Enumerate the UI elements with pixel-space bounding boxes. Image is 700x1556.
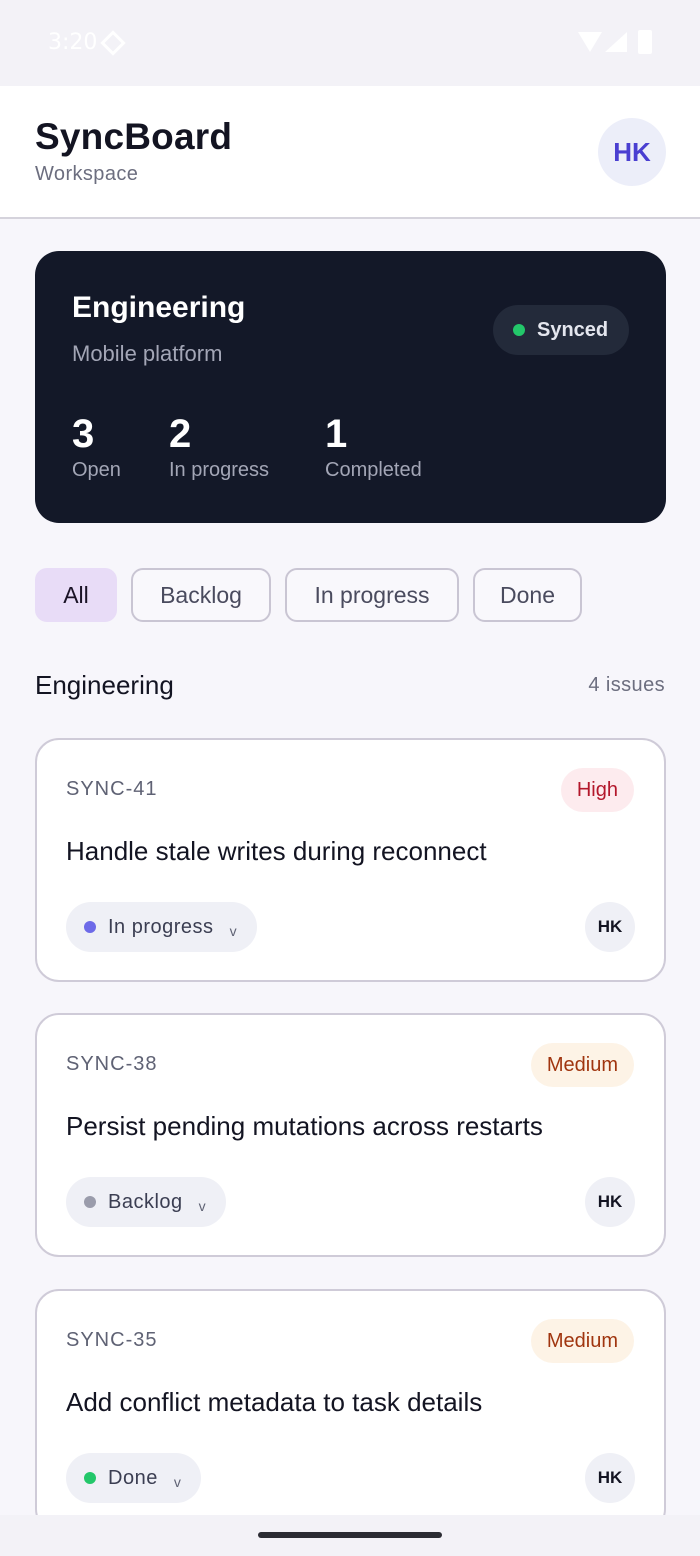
- issue-card[interactable]: SYNC-41 High Handle stale writes during …: [35, 738, 666, 982]
- stat-completed: 1 Completed: [325, 411, 422, 482]
- status-dot-icon: [84, 1196, 96, 1208]
- stat-value: 1: [325, 412, 348, 456]
- filter-chip-backlog[interactable]: Backlog: [131, 568, 271, 622]
- project-title: Engineering: [72, 291, 246, 324]
- app-header: SyncBoard Workspace HK: [0, 86, 700, 219]
- chevron-down-icon: v: [229, 923, 237, 939]
- status-label: Done: [108, 1466, 158, 1489]
- stat-value: 3: [72, 412, 95, 456]
- stat-label: In progress: [169, 459, 270, 481]
- status-dropdown[interactable]: Done v: [66, 1453, 201, 1503]
- stat-in-progress: 2 In progress: [169, 411, 269, 482]
- issue-title: Handle stale writes during reconnect: [66, 836, 487, 866]
- issue-title: Add conflict metadata to task details: [66, 1387, 483, 1417]
- issue-id: SYNC-41: [66, 778, 158, 800]
- issue-id: SYNC-38: [66, 1053, 158, 1075]
- filter-chip-in-progress[interactable]: In progress: [285, 568, 459, 622]
- issue-card[interactable]: SYNC-35 Medium Add conflict metadata to …: [35, 1289, 666, 1515]
- navigation-bar: [0, 1515, 700, 1556]
- priority-badge: Medium: [530, 1319, 634, 1363]
- issue-count: 4 issues: [588, 674, 665, 696]
- assignee-avatar[interactable]: HK: [585, 1177, 635, 1227]
- user-avatar[interactable]: HK: [598, 118, 666, 186]
- stat-value: 2: [169, 412, 192, 456]
- project-summary-card: Engineering Mobile platform Synced 3 Ope…: [35, 251, 666, 523]
- priority-badge: High: [560, 768, 634, 812]
- stat-label: Open: [72, 459, 121, 481]
- stat-label: Completed: [325, 459, 422, 481]
- app-subtitle: Workspace: [35, 163, 139, 185]
- status-dot-icon: [84, 1472, 96, 1484]
- content-area: SyncBoard Workspace HK Engineering Mobil…: [0, 0, 700, 1515]
- sync-status-badge: Synced: [493, 305, 629, 355]
- section-title: Engineering: [35, 670, 174, 700]
- status-dropdown[interactable]: Backlog v: [66, 1177, 226, 1227]
- chevron-down-icon: v: [173, 1474, 181, 1490]
- status-label: Backlog: [108, 1190, 183, 1213]
- status-label: In progress: [108, 915, 214, 938]
- issue-id: SYNC-35: [66, 1329, 158, 1351]
- home-indicator[interactable]: [258, 1532, 442, 1538]
- priority-badge: Medium: [530, 1043, 634, 1087]
- assignee-avatar[interactable]: HK: [585, 902, 635, 952]
- status-dropdown[interactable]: In progress v: [66, 902, 257, 952]
- filter-chip-all[interactable]: All: [35, 568, 117, 622]
- stat-open: 3 Open: [72, 411, 121, 482]
- issue-card[interactable]: SYNC-38 Medium Persist pending mutations…: [35, 1013, 666, 1257]
- app-title: SyncBoard: [35, 116, 233, 157]
- chevron-down-icon: v: [198, 1198, 206, 1214]
- status-dot-icon: [84, 921, 96, 933]
- sync-status-label: Synced: [537, 318, 609, 341]
- sync-dot-icon: [513, 324, 525, 336]
- filter-chip-done[interactable]: Done: [473, 568, 582, 622]
- project-subtitle: Mobile platform: [72, 341, 223, 366]
- issue-title: Persist pending mutations across restart…: [66, 1111, 543, 1141]
- assignee-avatar[interactable]: HK: [585, 1453, 635, 1503]
